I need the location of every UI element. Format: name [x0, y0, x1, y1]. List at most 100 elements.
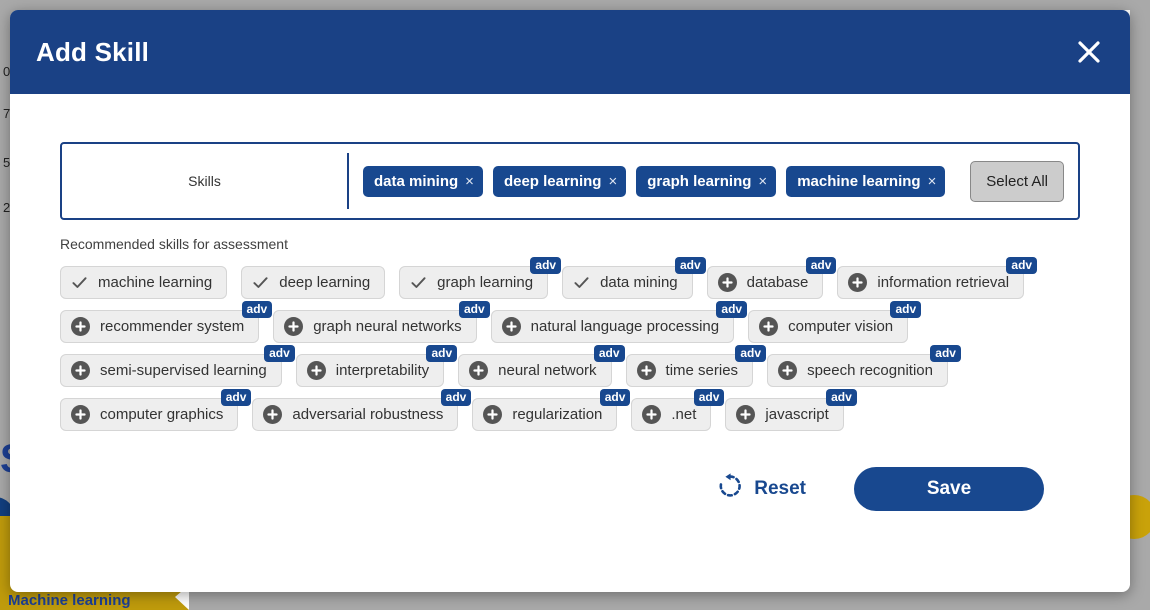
recommended-skill-label: .net — [671, 406, 697, 423]
advanced-level-badge: adv — [241, 301, 273, 319]
recommended-skill-label: deep learning — [279, 274, 371, 291]
plus-circle-icon — [778, 361, 798, 380]
select-all-button[interactable]: Select All — [970, 160, 1064, 202]
remove-skill-icon[interactable]: × — [608, 174, 617, 189]
selected-skills-container: data mining × deep learning × graph learning… — [349, 165, 970, 197]
recommended-skill-chip[interactable]: computer graphics adv — [60, 389, 252, 431]
advanced-level-badge: adv — [890, 301, 922, 319]
check-icon — [252, 274, 269, 291]
advanced-level-badge: adv — [716, 301, 748, 319]
selected-skill-label: graph learning — [647, 172, 752, 190]
recommended-skill-chip[interactable]: computer vision adv — [748, 301, 922, 343]
selected-skill-label: data mining — [374, 172, 459, 190]
advanced-level-badge: adv — [426, 345, 458, 363]
advanced-level-badge: adv — [1006, 257, 1038, 275]
recommended-skill-chip[interactable]: regularization adv — [472, 389, 631, 431]
check-icon — [573, 274, 590, 291]
recommended-skill-label: speech recognition — [807, 362, 933, 379]
recommended-skill-chip[interactable]: graph neural networks adv — [273, 301, 490, 343]
recommended-skill-chip[interactable]: javascript adv — [725, 389, 857, 431]
backdrop-top-gutter — [0, 0, 1150, 10]
plus-circle-icon — [642, 405, 662, 424]
recommended-skill-label: database — [746, 274, 809, 291]
recommended-skill-chip[interactable]: speech recognition adv — [767, 345, 961, 387]
plus-circle-icon — [263, 405, 283, 424]
selected-skill-chip[interactable]: graph learning × — [636, 165, 777, 197]
remove-skill-icon[interactable]: × — [758, 174, 767, 189]
recommended-skill-label: neural network — [498, 362, 597, 379]
plus-circle-icon — [636, 361, 656, 380]
recommended-skill-chip[interactable]: natural language processing adv — [490, 301, 748, 343]
remove-skill-icon[interactable]: × — [465, 174, 474, 189]
plus-circle-icon — [736, 405, 756, 424]
recommended-skills-list: machine learning deep learning graph learn… — [60, 257, 1070, 431]
selected-skill-chip[interactable]: data mining × — [363, 165, 483, 197]
recommended-skill-chip[interactable]: information retrieval adv — [837, 257, 1038, 299]
recommended-skill-chip[interactable]: neural network adv — [458, 345, 625, 387]
recommended-skill-chip[interactable]: deep learning — [241, 266, 386, 299]
recommended-skill-chip[interactable]: semi-supervised learning adv — [60, 345, 295, 387]
plus-circle-icon — [717, 273, 737, 292]
reset-button[interactable]: Reset — [711, 472, 812, 506]
advanced-level-badge: adv — [264, 345, 295, 363]
recommended-skill-label: time series — [665, 362, 739, 379]
bg-banner-label: Machine learning — [8, 592, 131, 609]
recommended-skill-chip[interactable]: graph learning adv — [399, 257, 562, 299]
recommended-skill-label: natural language processing — [530, 318, 720, 335]
recommended-skill-chip[interactable]: data mining adv — [562, 257, 706, 299]
save-button[interactable]: Save — [854, 467, 1044, 511]
reset-button-label: Reset — [754, 478, 806, 499]
recommended-skill-label: computer vision — [788, 318, 894, 335]
remove-skill-icon[interactable]: × — [928, 174, 937, 189]
selected-skill-chip[interactable]: deep learning × — [492, 165, 627, 197]
plus-circle-icon — [483, 405, 503, 424]
advanced-level-badge: adv — [674, 257, 706, 275]
advanced-level-badge: adv — [593, 345, 625, 363]
recommended-skill-label: javascript — [765, 406, 829, 423]
recommended-skill-chip[interactable]: adversarial robustness adv — [252, 389, 472, 431]
advanced-level-badge: adv — [599, 389, 631, 407]
skills-input-field[interactable]: Skills data mining × deep learning × graph l… — [60, 142, 1080, 220]
advanced-level-badge: adv — [458, 301, 490, 319]
recommended-skill-chip[interactable]: machine learning — [60, 266, 228, 299]
recommended-skill-label: machine learning — [98, 274, 213, 291]
recommended-skill-chip[interactable]: time series adv — [625, 345, 767, 387]
page-title: Add Skill — [36, 36, 150, 67]
recommended-skill-label: recommender system — [100, 318, 245, 335]
plus-circle-icon — [501, 317, 521, 336]
plus-circle-icon — [759, 317, 779, 336]
recommended-caption: Recommended skills for assessment — [60, 236, 288, 252]
plus-circle-icon — [848, 273, 868, 292]
modal-body: Skills data mining × deep learning × graph l… — [10, 142, 1130, 511]
recommended-skill-chip[interactable]: database adv — [706, 257, 837, 299]
modal-footer: Reset Save — [60, 467, 1080, 511]
recommended-skill-chip[interactable]: .net adv — [631, 389, 725, 431]
rotate-ccw-icon — [717, 473, 743, 505]
advanced-level-badge: adv — [735, 345, 767, 363]
recommended-skill-chip[interactable]: interpretability adv — [295, 345, 458, 387]
selected-skill-label: machine learning — [797, 172, 921, 190]
close-icon[interactable] — [1072, 35, 1106, 69]
recommended-skill-label: adversarial robustness — [292, 406, 444, 423]
advanced-level-badge: adv — [220, 389, 252, 407]
plus-circle-icon — [469, 361, 489, 380]
advanced-level-badge: adv — [930, 345, 961, 363]
add-skill-modal: Add Skill Skills data mining × deep learni… — [10, 10, 1130, 592]
plus-circle-icon — [284, 317, 304, 336]
recommended-skill-label: computer graphics — [100, 406, 224, 423]
recommended-skill-label: interpretability — [335, 362, 430, 379]
advanced-level-badge: adv — [530, 257, 562, 275]
skills-field-label: Skills — [188, 173, 221, 189]
recommended-skill-label: semi-supervised learning — [100, 362, 267, 379]
recommended-skill-label: information retrieval — [877, 274, 1010, 291]
advanced-level-badge: adv — [440, 389, 472, 407]
selected-skill-label: deep learning — [503, 172, 602, 190]
selected-skill-chip[interactable]: machine learning × — [786, 165, 946, 197]
check-icon — [71, 274, 88, 291]
advanced-level-badge: adv — [693, 389, 725, 407]
advanced-level-badge: adv — [805, 257, 837, 275]
plus-circle-icon — [71, 317, 90, 336]
recommended-skill-chip[interactable]: recommender system adv — [60, 301, 273, 343]
modal-header: Add Skill — [10, 10, 1130, 94]
advanced-level-badge: adv — [826, 389, 857, 407]
